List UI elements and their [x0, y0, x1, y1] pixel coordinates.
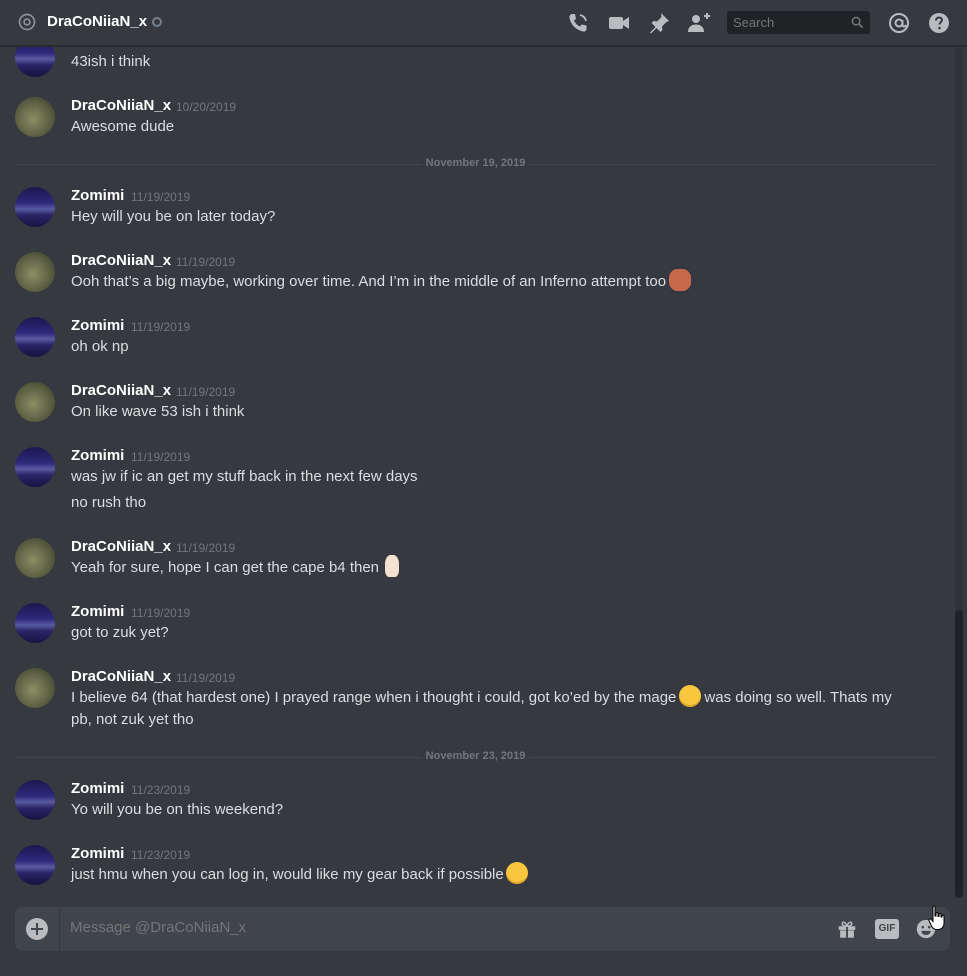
username[interactable]: DraCoNiiaN_x [71, 538, 171, 555]
at-icon [18, 13, 36, 31]
avatar[interactable] [15, 317, 55, 357]
date-divider: November 19, 2019 [15, 157, 936, 169]
timestamp: 11/19/2019 [131, 450, 191, 464]
message-text: Yeah for sure, hope I can get the cape b… [71, 559, 380, 576]
message-text: just hmu when you can log in, would like… [71, 866, 504, 883]
search-icon [851, 16, 864, 29]
timestamp: 11/19/2019 [131, 606, 191, 620]
message-text: Yo will you be on this weekend? [71, 801, 284, 818]
avatar[interactable] [15, 187, 55, 227]
upload-plus-button[interactable] [26, 918, 48, 940]
help-icon[interactable] [927, 11, 951, 35]
username[interactable]: DraCoNiiaN_x [71, 97, 171, 114]
scrollbar-thumb[interactable] [955, 610, 963, 898]
search-placeholder: Search [733, 15, 775, 30]
gif-button[interactable]: GIF [875, 919, 899, 939]
username[interactable]: DraCoNiiaN_x [71, 382, 171, 399]
username[interactable]: Zomimi [71, 317, 124, 334]
avatar[interactable] [15, 845, 55, 885]
timestamp: 11/19/2019 [176, 671, 236, 685]
message-text: Awesome dude [71, 118, 175, 135]
avatar[interactable] [15, 538, 55, 578]
call-icon[interactable] [566, 11, 590, 35]
avatar[interactable] [15, 447, 55, 487]
message-text: got to zuk yet? [71, 624, 169, 641]
message-text: I believe 64 (that hardest one) I prayed… [71, 689, 677, 706]
slightly-smiling-face-icon [505, 862, 528, 885]
message-text: oh ok np [71, 338, 129, 355]
username[interactable]: Zomimi [71, 447, 124, 464]
timestamp: 11/19/2019 [176, 541, 236, 555]
timestamp: 11/23/2019 [131, 848, 191, 862]
slightly-frowning-face-icon [679, 685, 702, 708]
video-icon[interactable] [607, 11, 631, 35]
timestamp: 10/20/2019 [176, 100, 237, 114]
username[interactable]: DraCoNiiaN_x [71, 252, 171, 269]
message-text: no rush tho [71, 494, 147, 511]
avatar[interactable] [15, 252, 55, 292]
avatar[interactable] [15, 780, 55, 820]
timestamp: 11/19/2019 [176, 385, 236, 399]
composer-divider [59, 907, 60, 951]
message-line: I believe 64 (that hardest one) I prayed… [71, 685, 911, 731]
message-composer: GIF [15, 907, 950, 951]
date-divider-label: November 23, 2019 [421, 750, 530, 762]
avatar[interactable] [15, 47, 55, 77]
timestamp: 11/19/2019 [131, 320, 191, 334]
date-divider: November 23, 2019 [15, 750, 936, 762]
message-line: just hmu when you can log in, would like… [71, 862, 528, 886]
see-no-evil-monkey-icon [669, 269, 692, 292]
message-text: 43ish i think [71, 53, 151, 70]
message-text: On like wave 53 ish i think [71, 403, 245, 420]
username[interactable]: Zomimi [71, 780, 124, 797]
username[interactable]: Zomimi [71, 845, 124, 862]
timestamp: 11/19/2019 [176, 255, 236, 269]
timestamp: 11/23/2019 [131, 783, 191, 797]
date-divider-label: November 19, 2019 [421, 157, 530, 169]
message-line: Ooh that’s a big maybe, working over tim… [71, 269, 692, 293]
message-text: was jw if ic an get my stuff back in the… [71, 468, 418, 485]
username[interactable]: Zomimi [71, 187, 124, 204]
avatar[interactable] [15, 97, 55, 137]
mention-icon[interactable] [887, 11, 911, 35]
channel-header: DraCoNiiaN_x Search [0, 0, 967, 46]
message-text: Ooh that’s a big maybe, working over tim… [71, 273, 667, 290]
message-list[interactable]: 43ish i think DraCoNiiaN_x 10/20/2019 Aw… [0, 47, 953, 902]
message-text: Hey will you be on later today? [71, 208, 276, 225]
avatar[interactable] [15, 603, 55, 643]
status-indicator [152, 17, 162, 27]
avatar[interactable] [15, 382, 55, 422]
hand-cursor-icon [928, 905, 945, 930]
pin-icon[interactable] [647, 11, 671, 35]
gift-icon[interactable] [836, 918, 858, 940]
message-input[interactable] [70, 919, 770, 936]
timestamp: 11/19/2019 [131, 190, 191, 204]
message-line: Yeah for sure, hope I can get the cape b… [71, 555, 400, 579]
add-friend-icon[interactable] [687, 11, 711, 35]
dm-title: DraCoNiiaN_x [47, 13, 148, 30]
search-box[interactable]: Search [727, 11, 870, 34]
username[interactable]: Zomimi [71, 603, 124, 620]
username[interactable]: DraCoNiiaN_x [71, 668, 171, 685]
avatar[interactable] [15, 668, 55, 708]
crossed-fingers-icon [385, 555, 400, 578]
